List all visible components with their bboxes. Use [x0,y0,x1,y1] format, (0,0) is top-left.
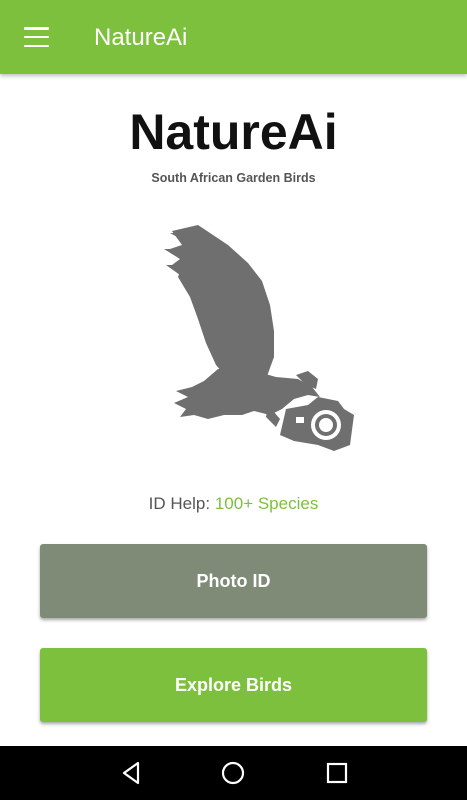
eagle-with-camera-icon [164,225,354,451]
explore-birds-button[interactable]: Explore Birds [40,648,427,722]
recents-square-icon[interactable] [322,758,352,788]
species-count: 100+ Species [214,494,319,513]
system-nav-bar [0,746,467,800]
hero-title: NatureAi [129,104,338,160]
app-bar-title: NatureAi [94,24,188,51]
hero-subtitle: South African Garden Birds [151,171,316,185]
menu-icon[interactable] [24,27,49,47]
back-triangle-icon[interactable] [117,758,147,788]
id-help-text: ID Help: 100+ Species [0,494,467,514]
home-screen: NatureAi South African Garden Birds ID H… [0,74,467,746]
photo-id-button[interactable]: Photo ID [40,544,427,618]
app-bar: NatureAi [0,0,467,74]
home-circle-icon[interactable] [218,758,248,788]
id-help-label: ID Help: [148,494,211,513]
